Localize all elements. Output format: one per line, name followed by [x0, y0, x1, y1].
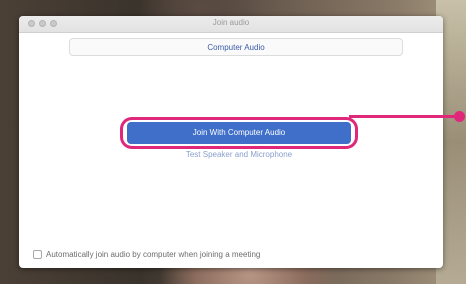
tab-computer-audio[interactable]: Computer Audio [70, 43, 402, 52]
tab-bar: Computer Audio [69, 38, 403, 56]
title-bar: Join audio [19, 16, 443, 33]
test-speaker-and-microphone-link[interactable]: Test Speaker and Microphone [127, 150, 351, 159]
join-with-computer-audio-button[interactable]: Join With Computer Audio [127, 122, 351, 144]
join-audio-dialog: Join audio Computer Audio Join With Comp… [19, 16, 443, 268]
annotation-pointer-dot [454, 111, 465, 122]
auto-join-checkbox[interactable] [33, 249, 42, 259]
window-title: Join audio [212, 18, 250, 27]
auto-join-option[interactable]: Automatically join audio by computer whe… [33, 248, 260, 260]
auto-join-label: Automatically join audio by computer whe… [46, 249, 261, 259]
annotation-pointer-line [349, 115, 456, 118]
